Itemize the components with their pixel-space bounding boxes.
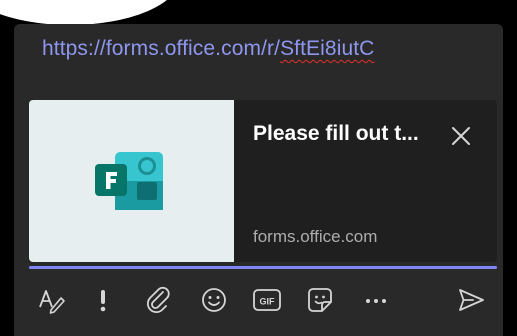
microsoft-forms-logo-icon xyxy=(95,152,163,210)
screenshot-frame: https://forms.office.com/r/SftEi8iutC Pl… xyxy=(0,0,517,336)
more-options-icon xyxy=(366,299,386,303)
misspelled-word: SftEi8iutC xyxy=(280,37,375,60)
message-text-input[interactable]: https://forms.office.com/r/SftEi8iutC xyxy=(42,37,374,61)
close-icon xyxy=(452,127,470,145)
important-button[interactable] xyxy=(85,280,121,320)
link-preview-title[interactable]: Please fill out t... xyxy=(253,122,419,146)
more-options-button[interactable] xyxy=(358,280,394,320)
sticker-icon xyxy=(308,288,332,312)
sticker-button[interactable] xyxy=(302,280,338,320)
url-prefix: https://forms.office.com/r/ xyxy=(42,37,281,60)
format-button[interactable] xyxy=(33,280,69,320)
remove-preview-button[interactable] xyxy=(447,122,475,150)
attach-icon xyxy=(146,286,170,314)
link-preview-domain: forms.office.com xyxy=(253,227,378,246)
link-preview-thumbnail xyxy=(29,100,234,262)
send-button[interactable] xyxy=(453,280,489,320)
compose-toolbar: GIF xyxy=(29,280,497,324)
attach-button[interactable] xyxy=(141,280,177,320)
gif-button[interactable]: GIF xyxy=(249,280,285,320)
emoji-icon xyxy=(202,288,226,312)
gif-icon: GIF xyxy=(253,289,281,311)
emoji-button[interactable] xyxy=(196,280,232,320)
important-icon xyxy=(100,290,106,312)
format-icon xyxy=(39,290,65,314)
compose-focus-underline xyxy=(29,266,497,269)
cropped-shape xyxy=(0,0,180,25)
link-preview-card[interactable]: Please fill out t... forms.office.com xyxy=(29,100,497,262)
send-icon xyxy=(459,289,484,311)
gif-label: GIF xyxy=(260,297,276,307)
